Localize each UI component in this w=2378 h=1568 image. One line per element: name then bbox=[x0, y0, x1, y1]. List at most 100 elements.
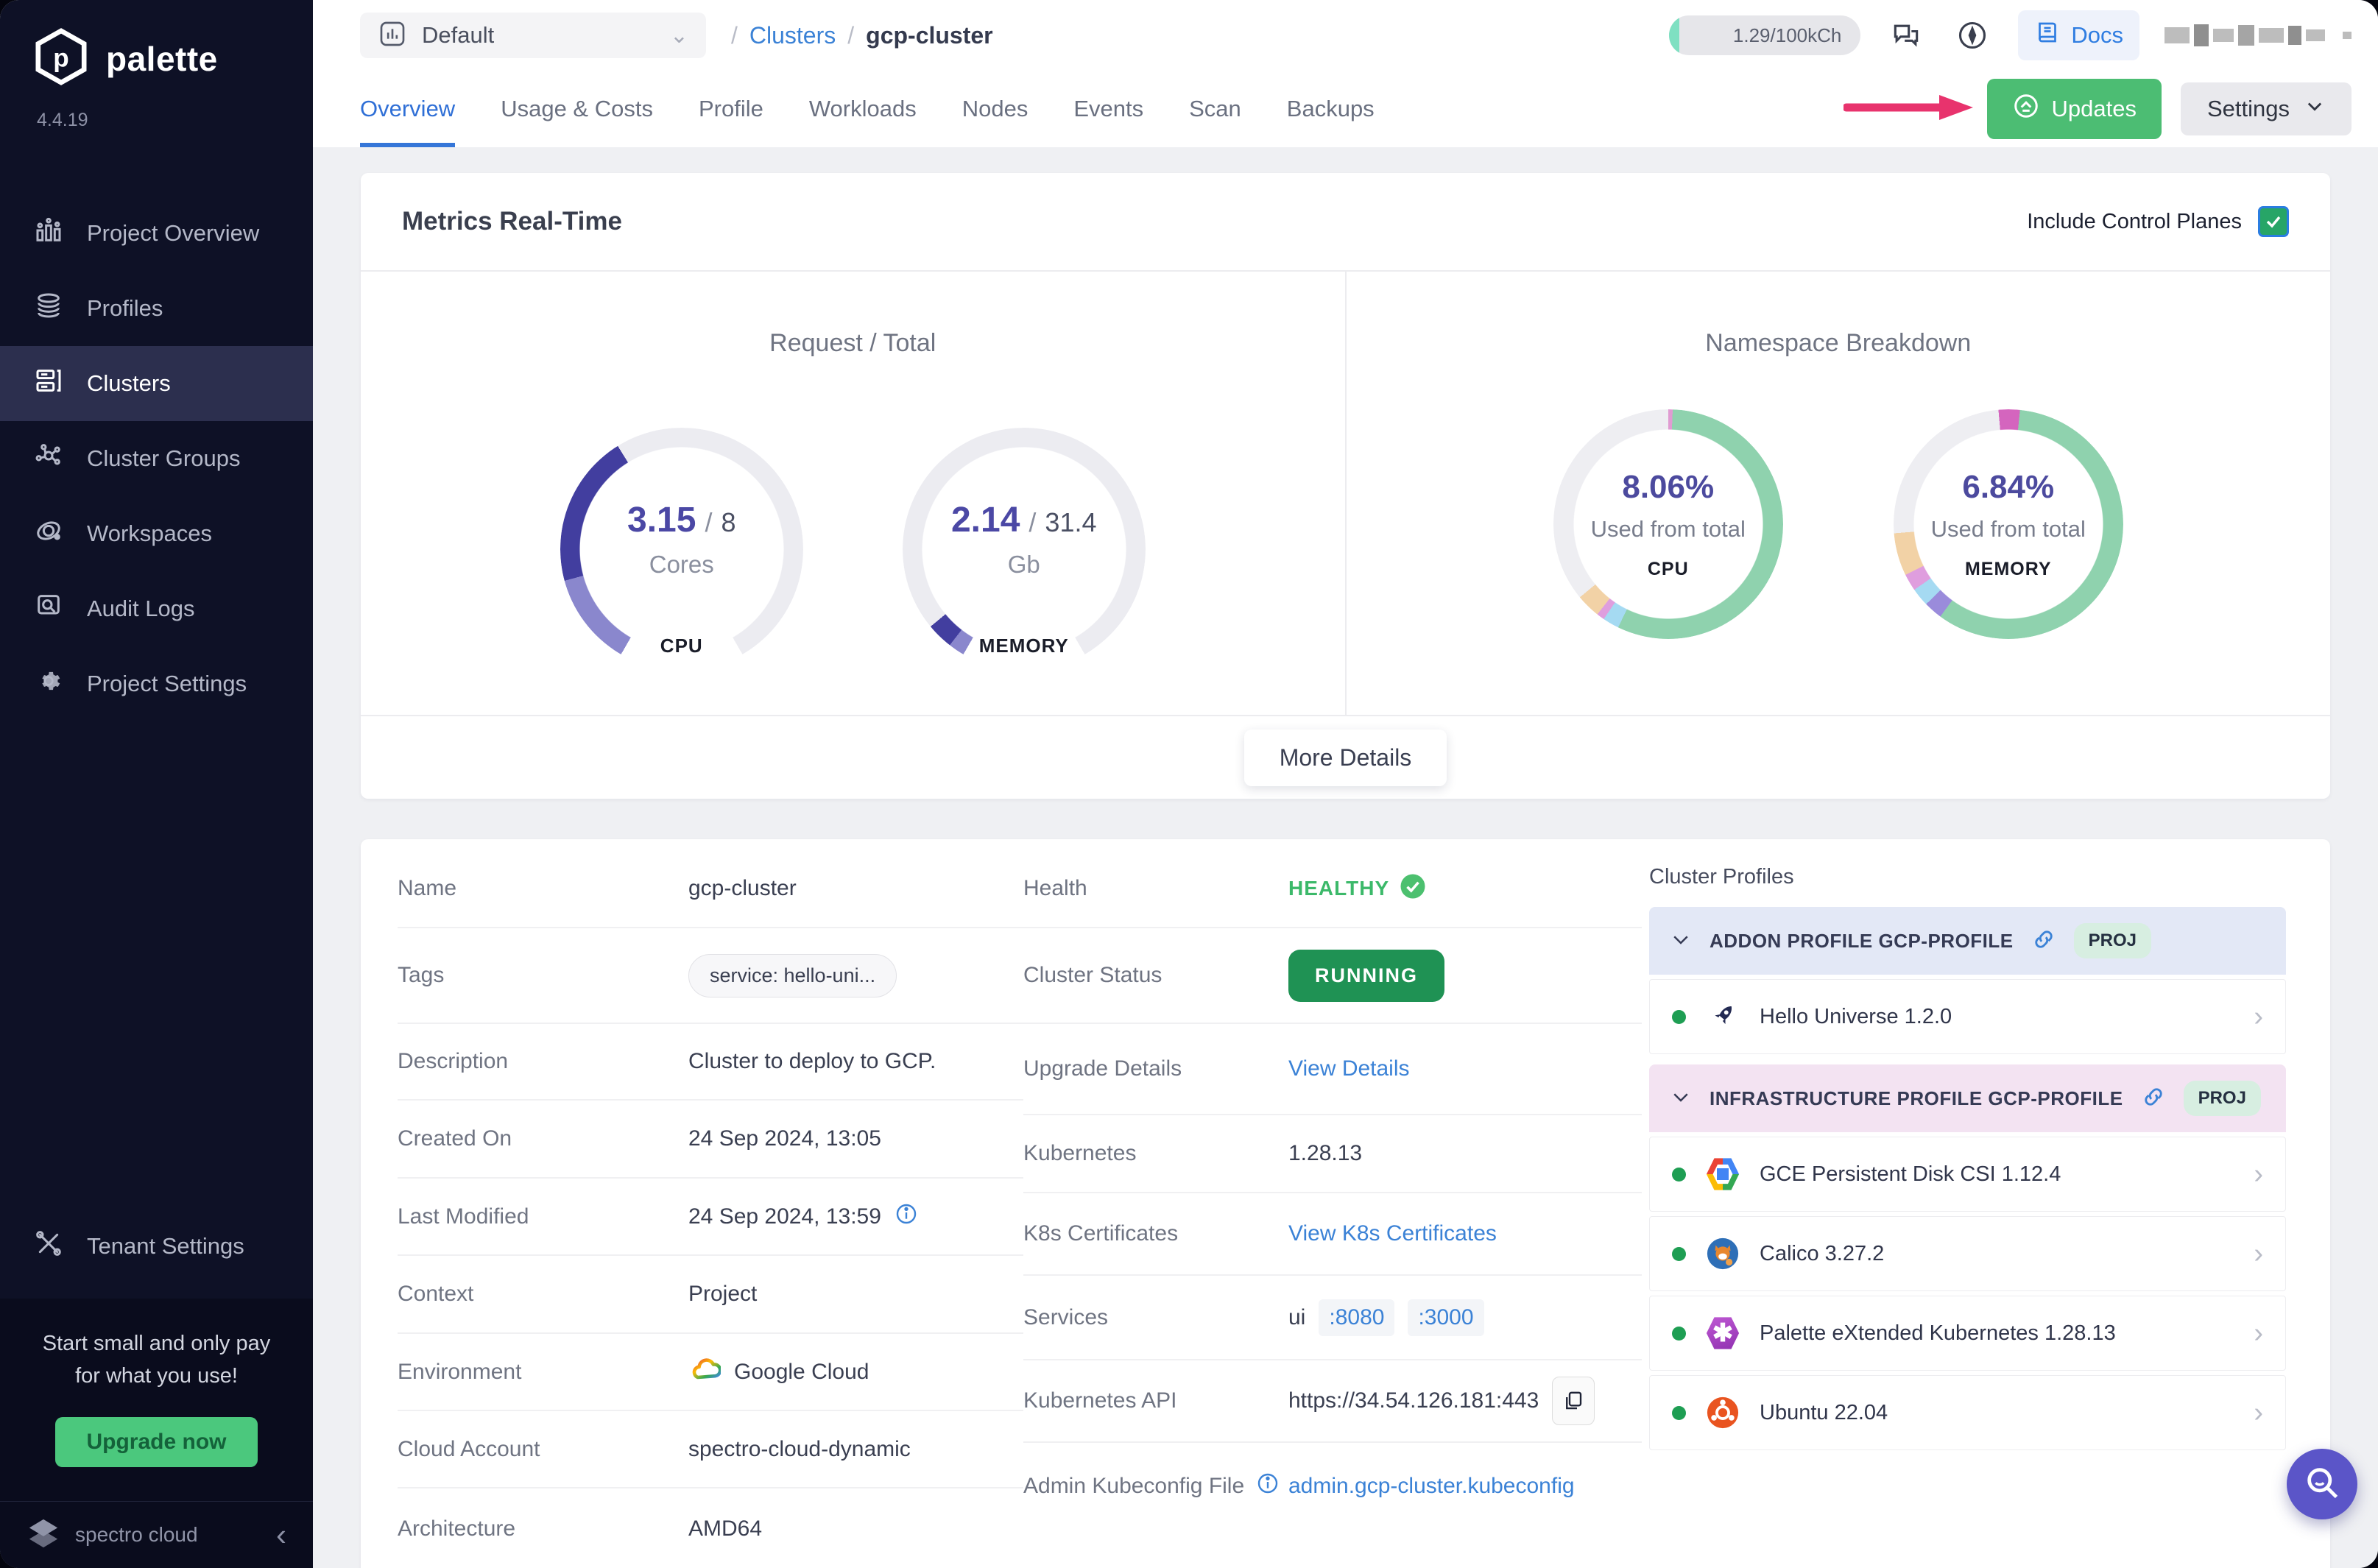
detail-row: Health HEALTHY bbox=[1023, 850, 1642, 927]
view-details-link[interactable]: View Details bbox=[1288, 1056, 1410, 1081]
sidebar-item-workspaces[interactable]: Workspaces bbox=[0, 496, 313, 571]
namespace-breakdown-panel: Namespace Breakdown 8.06% Used from tota… bbox=[1344, 272, 2331, 715]
gauge-separator: / bbox=[1029, 506, 1037, 537]
detail-label: Architecture bbox=[398, 1516, 516, 1541]
sidebar-item-label: Project Settings bbox=[87, 671, 247, 696]
collapse-sidebar-button[interactable]: ‹ bbox=[276, 1519, 286, 1550]
profile-item-ubuntu[interactable]: Ubuntu 22.04 › bbox=[1649, 1375, 2286, 1450]
tab-usage-costs[interactable]: Usage & Costs bbox=[501, 71, 653, 147]
sidebar: p palette 4.4.19 Project Overview Profil… bbox=[0, 0, 313, 1568]
kubeconfig-link[interactable]: admin.gcp-cluster.kubeconfig bbox=[1288, 1474, 1575, 1499]
accordion-name: INFRASTRUCTURE PROFILE GCP-PROFILE bbox=[1710, 1087, 2123, 1109]
sidebar-item-project-overview[interactable]: Project Overview bbox=[0, 196, 313, 271]
updates-button[interactable]: Updates bbox=[1986, 79, 2162, 139]
topbar: Default ⌄ / Clusters / gcp-cluster 1.29/… bbox=[313, 0, 2378, 71]
spectro-logo bbox=[27, 1516, 60, 1554]
detail-value: Cluster to deploy to GCP. bbox=[688, 1049, 936, 1073]
chat-button[interactable] bbox=[1885, 15, 1927, 56]
compass-button[interactable] bbox=[1952, 15, 1993, 56]
update-circle-icon bbox=[2012, 92, 2040, 126]
memory-donut-label: MEMORY bbox=[1964, 558, 2052, 579]
detail-row: Tags service: hello-uni... bbox=[398, 927, 1023, 1023]
namespace-breakdown-title: Namespace Breakdown bbox=[1705, 329, 1972, 357]
details-left-column: Name gcp-cluster Tags service: hello-uni… bbox=[398, 850, 1023, 1568]
service-port-link[interactable]: :8080 bbox=[1319, 1299, 1395, 1336]
account-name-redacted[interactable] bbox=[2164, 24, 2351, 46]
usage-quota-pill[interactable]: 1.29/100kCh bbox=[1669, 15, 1861, 55]
memory-gauge-value: 2.14 bbox=[950, 500, 1020, 540]
status-dot-icon bbox=[1672, 1405, 1686, 1420]
sidebar-nav: Project Overview Profiles Clusters Clust… bbox=[0, 196, 313, 721]
docs-button[interactable]: Docs bbox=[2018, 10, 2139, 60]
include-control-planes-checkbox[interactable] bbox=[2258, 206, 2289, 237]
breadcrumb-current: gcp-cluster bbox=[866, 21, 993, 49]
detail-row: Admin Kubeconfig File admin.gcp-cluster.… bbox=[1023, 1441, 1642, 1530]
main-area: Default ⌄ / Clusters / gcp-cluster 1.29/… bbox=[313, 0, 2378, 1568]
gcp-hexagon-icon bbox=[1706, 1158, 1740, 1190]
breadcrumb-clusters-link[interactable]: Clusters bbox=[749, 22, 836, 49]
detail-label: Environment bbox=[398, 1359, 522, 1384]
cpu-donut-percent: 8.06% bbox=[1622, 468, 1715, 505]
sidebar-item-label: Workspaces bbox=[87, 520, 212, 546]
profile-item-hello-universe[interactable]: Hello Universe 1.2.0 › bbox=[1649, 979, 2286, 1054]
service-port-link[interactable]: :3000 bbox=[1408, 1299, 1484, 1336]
detail-row: Kubernetes API https://34.54.126.181:443 bbox=[1023, 1359, 1642, 1441]
sidebar-item-project-settings[interactable]: Project Settings bbox=[0, 646, 313, 721]
detail-label: Admin Kubeconfig File bbox=[1023, 1474, 1245, 1498]
detail-label: Context bbox=[398, 1282, 474, 1306]
more-details-button[interactable]: More Details bbox=[1243, 729, 1447, 786]
book-icon bbox=[2034, 19, 2061, 52]
search-fab[interactable] bbox=[2287, 1449, 2357, 1519]
sidebar-item-clusters[interactable]: Clusters bbox=[0, 346, 313, 421]
tab-events[interactable]: Events bbox=[1073, 71, 1143, 147]
detail-row: Last Modified 24 Sep 2024, 13:59 bbox=[398, 1177, 1023, 1254]
detail-label: Services bbox=[1023, 1304, 1109, 1329]
memory-gauge-unit: Gb bbox=[1007, 550, 1040, 578]
tab-profile[interactable]: Profile bbox=[699, 71, 763, 147]
chevron-right-icon: › bbox=[2254, 1237, 2263, 1269]
detail-row: Name gcp-cluster bbox=[398, 850, 1023, 927]
tab-backups[interactable]: Backups bbox=[1287, 71, 1375, 147]
project-selector[interactable]: Default ⌄ bbox=[360, 13, 706, 58]
tab-scan[interactable]: Scan bbox=[1189, 71, 1241, 147]
detail-label: Kubernetes bbox=[1023, 1141, 1137, 1165]
profile-item-name: Ubuntu 22.04 bbox=[1760, 1400, 1888, 1424]
tag-pill[interactable]: service: hello-uni... bbox=[688, 953, 897, 997]
profile-item-gce-disk[interactable]: GCE Persistent Disk CSI 1.12.4 › bbox=[1649, 1137, 2286, 1212]
infrastructure-profile-accordion[interactable]: INFRASTRUCTURE PROFILE GCP-PROFILE PROJ bbox=[1649, 1064, 2286, 1132]
detail-row: Kubernetes 1.28.13 bbox=[1023, 1114, 1642, 1192]
settings-button[interactable]: Settings bbox=[2180, 82, 2351, 135]
copy-button[interactable] bbox=[1552, 1377, 1595, 1425]
sidebar-item-audit-logs[interactable]: Audit Logs bbox=[0, 571, 313, 646]
profile-item-calico[interactable]: Calico 3.27.2 › bbox=[1649, 1216, 2286, 1291]
memory-donut-caption: Used from total bbox=[1930, 515, 2086, 542]
view-k8s-certificates-link[interactable]: View K8s Certificates bbox=[1288, 1221, 1497, 1246]
profile-item-pxk[interactable]: ✱ Palette eXtended Kubernetes 1.28.13 › bbox=[1649, 1296, 2286, 1371]
sidebar-item-profiles[interactable]: Profiles bbox=[0, 271, 313, 346]
sidebar-item-cluster-groups[interactable]: Cluster Groups bbox=[0, 421, 313, 496]
metrics-card: Metrics Real-Time Include Control Planes… bbox=[361, 173, 2330, 799]
chevron-right-icon: › bbox=[2254, 1158, 2263, 1190]
promo-line1: Start small and only pay bbox=[42, 1332, 271, 1355]
tools-icon bbox=[34, 1229, 63, 1264]
detail-row: K8s Certificates View K8s Certificates bbox=[1023, 1192, 1642, 1274]
network-icon bbox=[34, 441, 63, 476]
breadcrumb-separator: / bbox=[847, 21, 855, 49]
detail-label: Name bbox=[398, 876, 457, 900]
status-dot-icon bbox=[1672, 1326, 1686, 1341]
tab-overview[interactable]: Overview bbox=[360, 71, 456, 147]
memory-gauge-total: 31.4 bbox=[1045, 506, 1097, 537]
detail-value: gcp-cluster bbox=[688, 876, 797, 900]
info-icon[interactable] bbox=[1256, 1472, 1280, 1501]
status-dot-icon bbox=[1672, 1167, 1686, 1182]
tab-workloads[interactable]: Workloads bbox=[809, 71, 917, 147]
brand-logo: p palette 4.4.19 bbox=[0, 0, 313, 131]
sidebar-item-tenant-settings[interactable]: Tenant Settings bbox=[0, 1209, 313, 1284]
chevron-down-icon bbox=[1670, 1086, 1692, 1112]
upgrade-now-button[interactable]: Upgrade now bbox=[55, 1417, 258, 1467]
chevron-right-icon: › bbox=[2254, 1317, 2263, 1349]
addon-profile-accordion[interactable]: ADDON PROFILE GCP-PROFILE PROJ bbox=[1649, 907, 2286, 975]
info-icon[interactable] bbox=[895, 1202, 918, 1232]
project-selector-value: Default bbox=[422, 22, 495, 48]
tab-nodes[interactable]: Nodes bbox=[962, 71, 1029, 147]
